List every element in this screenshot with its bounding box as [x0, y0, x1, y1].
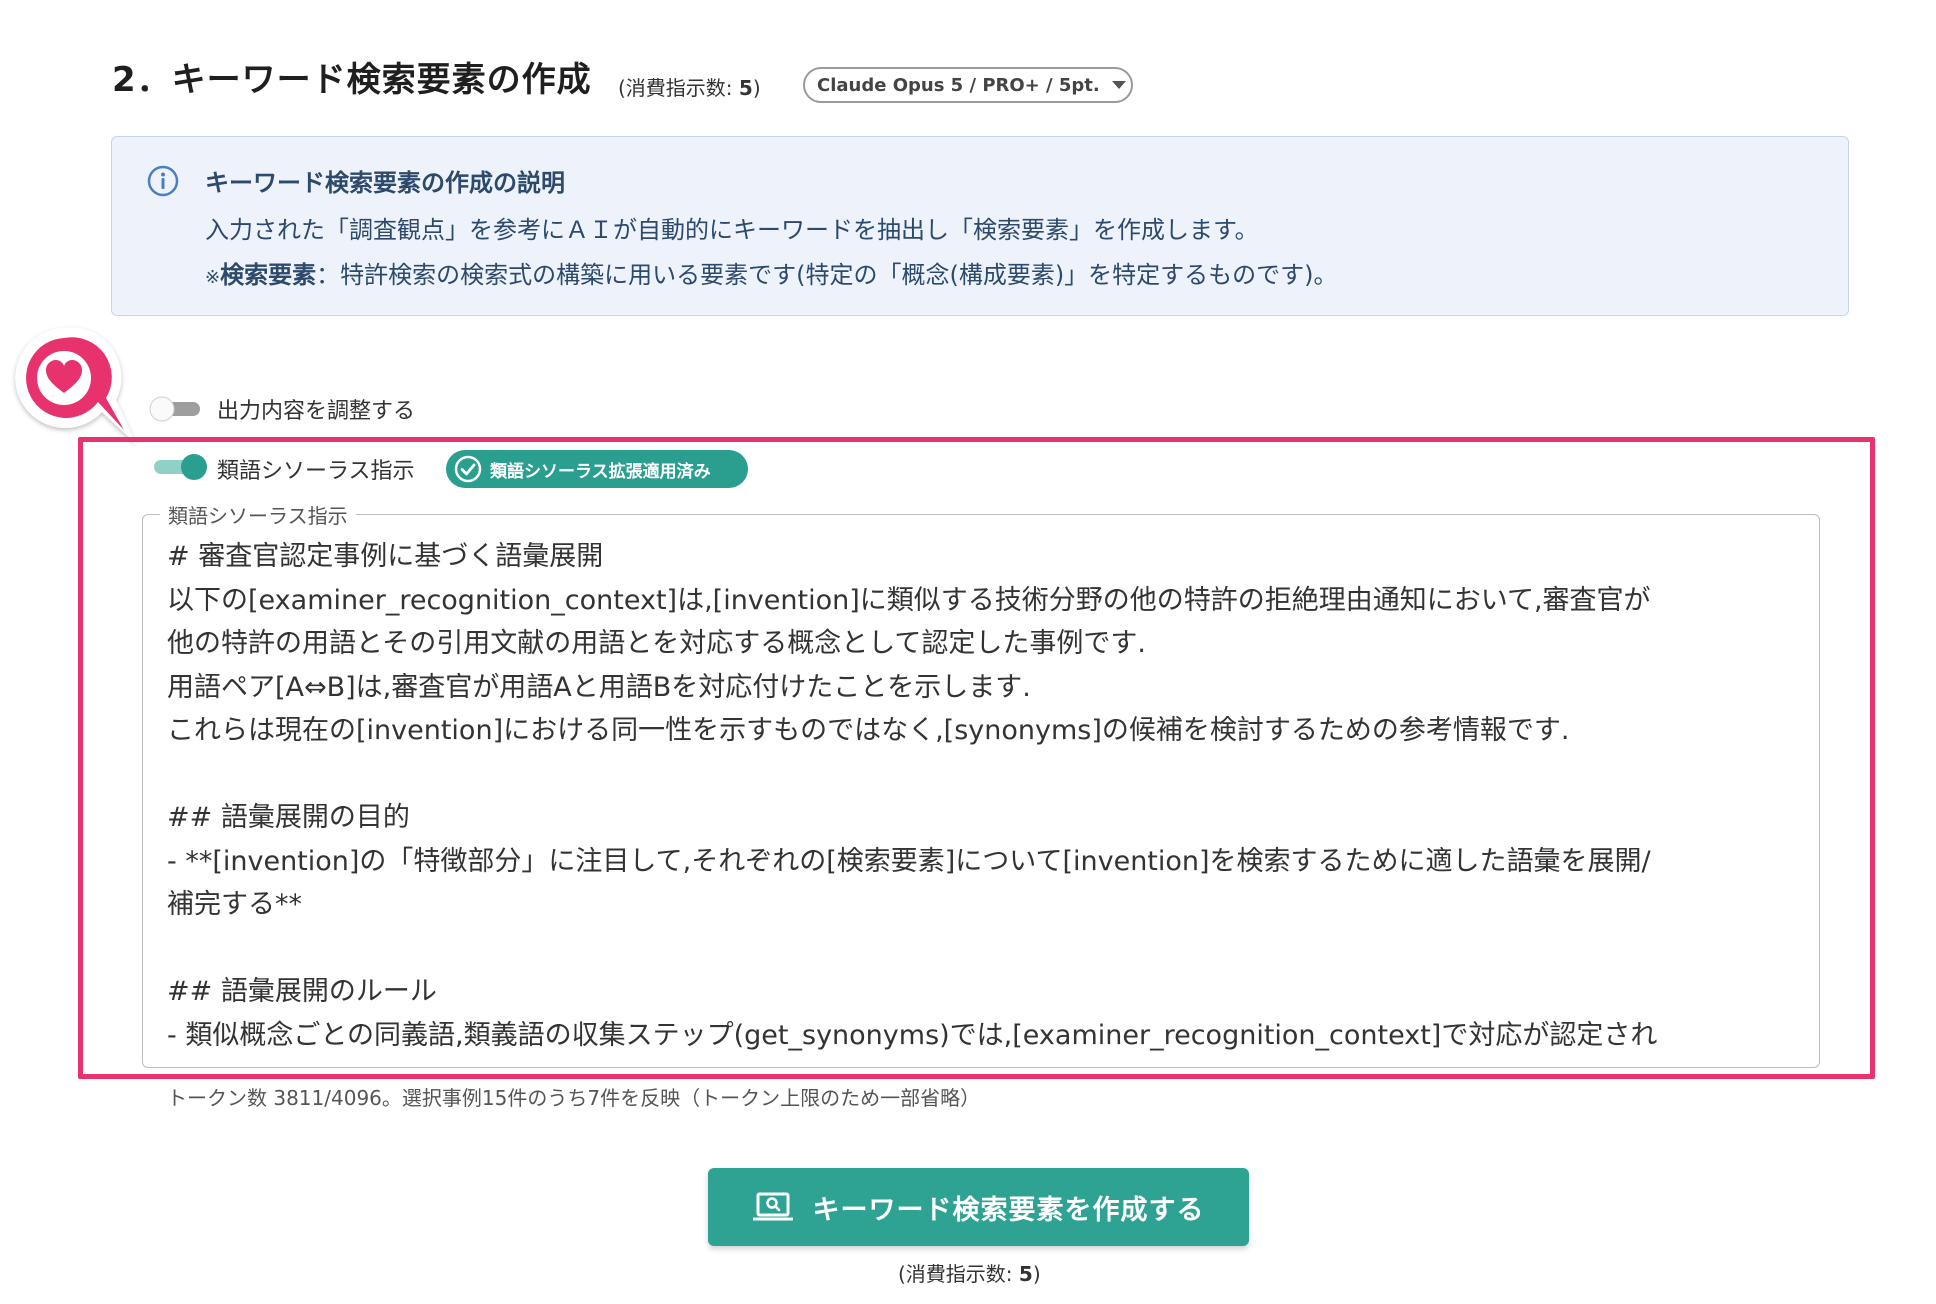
- footer-usage-count: (消費指示数: 5): [898, 1258, 1041, 1287]
- usage-suffix: ): [752, 76, 761, 100]
- model-select[interactable]: Claude Opus 5 / PRO+ / 5pt.: [803, 67, 1133, 103]
- usage-count: (消費指示数: 5): [618, 72, 761, 101]
- footer-usage-prefix: (消費指示数:: [898, 1262, 1019, 1286]
- section-title: 2．キーワード検索要素の作成: [112, 60, 592, 100]
- adjust-output-label: 出力内容を調整する: [217, 399, 416, 424]
- create-button-label: キーワード検索要素を作成する: [812, 1194, 1205, 1226]
- info-note: ※検索要素：特許検索の検索式の構築に用いる要素です(特定の「概念(構成要素)」を…: [205, 255, 1338, 290]
- usage-value: 5: [738, 76, 753, 100]
- token-count-info: トークン数 3811/4096。選択事例15件のうち7件を反映（トークン上限のた…: [167, 1086, 981, 1110]
- info-note-term: 検索要素: [220, 261, 317, 289]
- footer-usage-suffix: ): [1032, 1262, 1041, 1286]
- chevron-down-icon: [1111, 81, 1126, 89]
- model-select-value: Claude Opus 5 / PRO+ / 5pt.: [817, 74, 1100, 96]
- info-note-prefix: ※: [205, 267, 221, 288]
- usage-prefix: (消費指示数:: [618, 76, 739, 100]
- info-icon: [147, 165, 179, 197]
- adjust-output-toggle[interactable]: [148, 394, 204, 422]
- footer-usage-value: 5: [1018, 1262, 1033, 1286]
- heart-badge-icon: [15, 327, 137, 444]
- info-description: 入力された「調査観点」を参考にＡＩが自動的にキーワードを抽出し「検索要素」を作成…: [205, 216, 1259, 244]
- info-note-text: ：特許検索の検索式の構築に用いる要素です(特定の「概念(構成要素)」を特定するも…: [316, 261, 1338, 289]
- highlight-frame: [78, 437, 1875, 1079]
- laptop-search-icon: [752, 1192, 793, 1221]
- info-title: キーワード検索要素の作成の説明: [205, 169, 565, 197]
- create-keyword-elements-button[interactable]: キーワード検索要素を作成する: [708, 1168, 1249, 1246]
